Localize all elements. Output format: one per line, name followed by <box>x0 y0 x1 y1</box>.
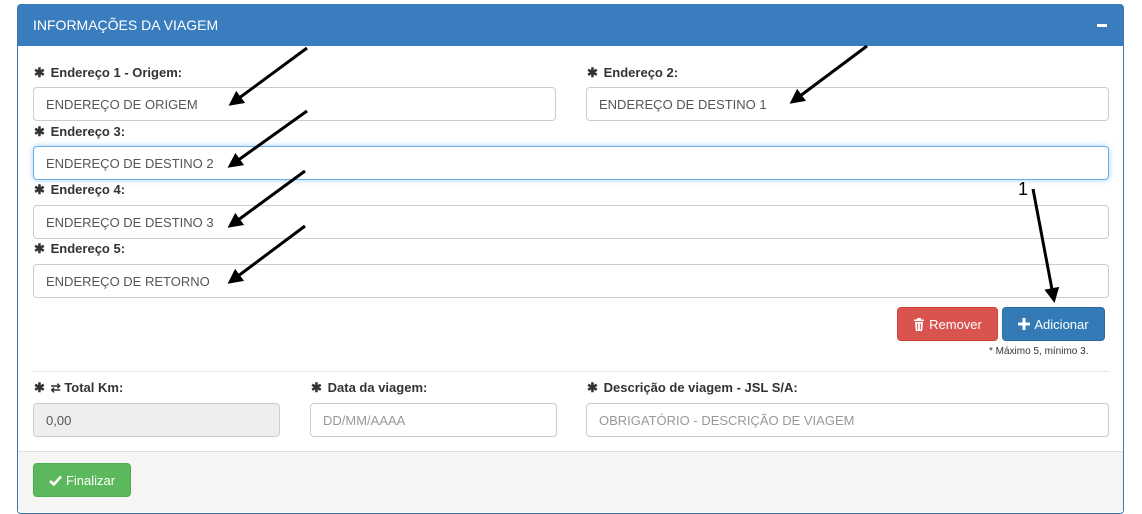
section-divider <box>33 371 1109 372</box>
asterisk-icon: ✱ <box>34 124 45 139</box>
trip-info-panel: INFORMAÇÕES DA VIAGEM ✱ Endereço 1 - Ori… <box>17 4 1124 514</box>
asterisk-icon: ✱ <box>34 182 45 197</box>
total-km-label: ✱ ⇄ Total Km: <box>34 380 123 396</box>
asterisk-icon: ✱ <box>587 65 598 80</box>
address-2-label-text: Endereço 2: <box>603 65 679 80</box>
address-5-label-text: Endereço 5: <box>50 241 126 256</box>
address-1-input[interactable] <box>33 87 556 121</box>
plus-icon <box>1018 318 1031 330</box>
total-km-label-text: Total Km: <box>64 380 124 395</box>
address-4-label: ✱ Endereço 4: <box>34 182 125 198</box>
exchange-icon: ⇄ <box>50 381 61 395</box>
asterisk-icon: ✱ <box>34 380 45 395</box>
trip-date-input[interactable] <box>310 403 557 437</box>
finish-button-label: Finalizar <box>65 472 116 488</box>
description-input[interactable] <box>586 403 1109 437</box>
address-4-input[interactable] <box>33 205 1109 239</box>
address-2-input[interactable] <box>586 87 1109 121</box>
address-2-label: ✱ Endereço 2: <box>587 65 678 81</box>
description-label-text: Descrição de viagem - JSL S/A: <box>603 380 798 395</box>
add-button-label: Adicionar <box>1034 316 1089 332</box>
remove-button[interactable]: Remover <box>897 307 998 341</box>
address-3-label: ✱ Endereço 3: <box>34 124 125 140</box>
check-icon <box>49 475 62 486</box>
remove-button-label: Remover <box>929 316 982 332</box>
annotation-label: 1 <box>1018 179 1029 199</box>
asterisk-icon: ✱ <box>587 380 598 395</box>
minus-icon[interactable] <box>1097 24 1107 27</box>
address-3-label-text: Endereço 3: <box>50 124 126 139</box>
panel-title: INFORMAÇÕES DA VIAGEM <box>33 17 219 33</box>
address-1-label: ✱ Endereço 1 - Origem: <box>34 65 182 81</box>
address-4-label-text: Endereço 4: <box>50 182 126 197</box>
asterisk-icon: ✱ <box>34 65 45 80</box>
total-km-input <box>33 403 280 437</box>
add-button[interactable]: Adicionar <box>1002 307 1105 341</box>
asterisk-icon: ✱ <box>34 241 45 256</box>
description-label: ✱ Descrição de viagem - JSL S/A: <box>587 380 798 396</box>
panel-heading: INFORMAÇÕES DA VIAGEM <box>18 5 1123 46</box>
asterisk-icon: ✱ <box>311 380 322 395</box>
finish-button[interactable]: Finalizar <box>33 463 131 497</box>
trash-icon <box>914 317 925 331</box>
trip-date-label: ✱ Data da viagem: <box>311 380 427 396</box>
address-5-label: ✱ Endereço 5: <box>34 241 125 257</box>
address-count-hint: * Máximo 5, mínimo 3. <box>989 346 1089 357</box>
address-5-input[interactable] <box>33 264 1109 298</box>
address-1-label-text: Endereço 1 - Origem: <box>50 65 183 80</box>
address-3-input[interactable] <box>33 146 1109 180</box>
trip-date-label-text: Data da viagem: <box>327 380 428 395</box>
